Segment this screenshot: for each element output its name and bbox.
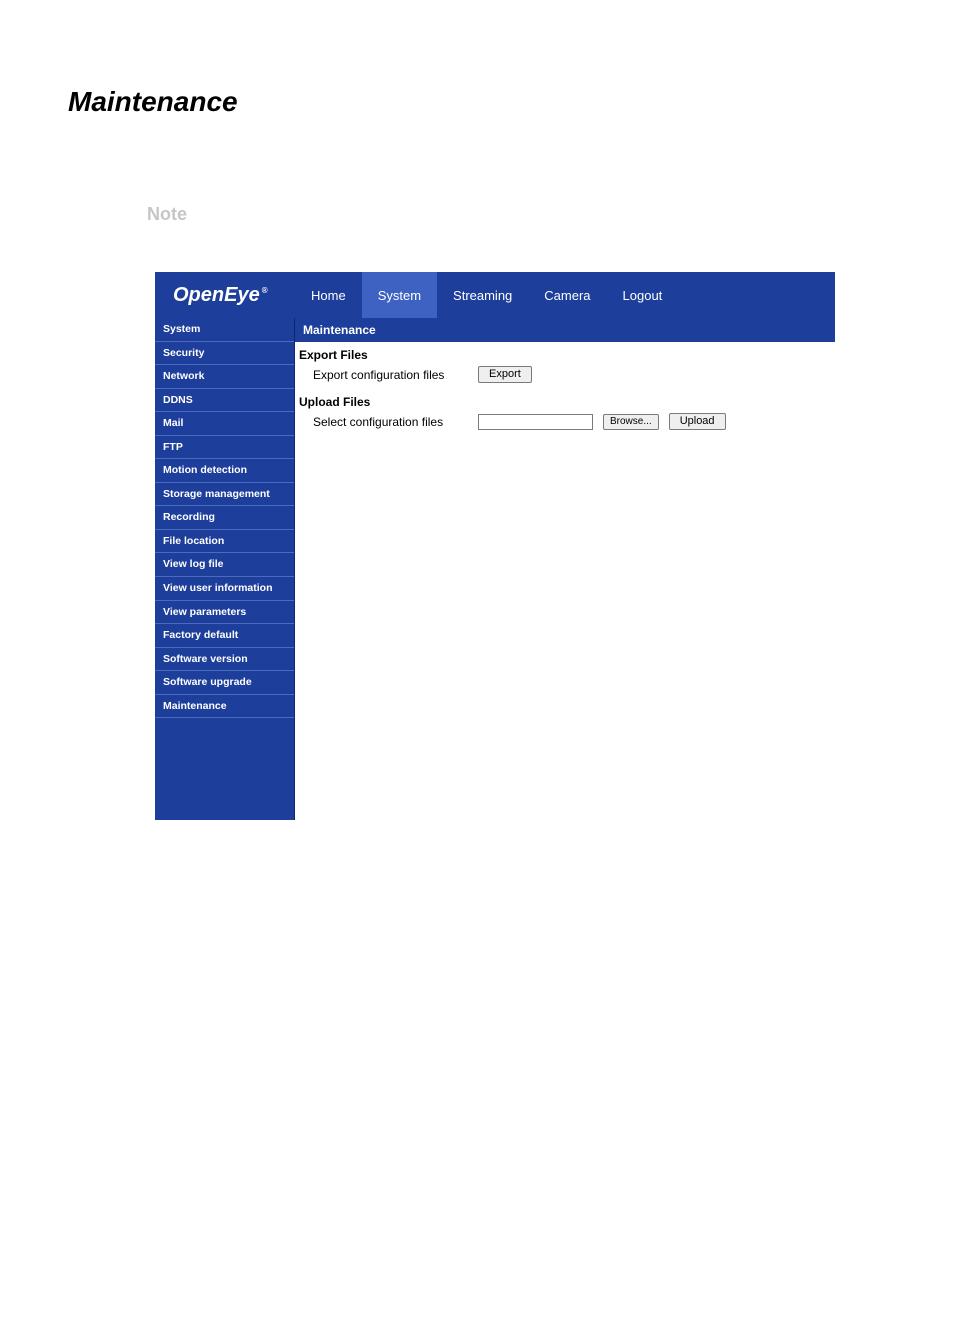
sidebar-item-security[interactable]: Security (155, 342, 294, 366)
nav-logout[interactable]: Logout (607, 272, 679, 318)
sidebar-item-ddns[interactable]: DDNS (155, 389, 294, 413)
upload-button[interactable]: Upload (669, 413, 726, 430)
content-pane: Maintenance Export Files Export configur… (295, 318, 835, 820)
sidebar-item-recording[interactable]: Recording (155, 506, 294, 530)
sidebar: System Security Network DDNS Mail FTP Mo… (155, 318, 295, 820)
top-nav: Home System Streaming Camera Logout (295, 272, 678, 318)
export-files-heading: Export Files (295, 346, 835, 364)
logo-trademark: ® (262, 286, 268, 295)
sidebar-item-mail[interactable]: Mail (155, 412, 294, 436)
upload-files-heading: Upload Files (295, 393, 835, 411)
sidebar-item-view-user-information[interactable]: View user information (155, 577, 294, 601)
sidebar-item-network[interactable]: Network (155, 365, 294, 389)
sidebar-item-file-location[interactable]: File location (155, 530, 294, 554)
app-body: System Security Network DDNS Mail FTP Mo… (155, 318, 835, 820)
nav-system[interactable]: System (362, 272, 437, 318)
sidebar-item-software-upgrade[interactable]: Software upgrade (155, 671, 294, 695)
sidebar-item-factory-default[interactable]: Factory default (155, 624, 294, 648)
upload-row: Select configuration files Browse... Upl… (295, 411, 835, 440)
browse-button[interactable]: Browse... (603, 414, 659, 430)
sidebar-item-software-version[interactable]: Software version (155, 648, 294, 672)
file-path-input[interactable] (478, 414, 593, 430)
nav-home[interactable]: Home (295, 272, 362, 318)
sidebar-item-system[interactable]: System (155, 318, 294, 342)
app-window: OpenEye® Home System Streaming Camera Lo… (155, 272, 835, 820)
logo-text: OpenEye (173, 284, 260, 306)
nav-streaming[interactable]: Streaming (437, 272, 528, 318)
export-row: Export configuration files Export (295, 364, 835, 393)
page-title: Maintenance (68, 86, 954, 118)
sidebar-item-view-log-file[interactable]: View log file (155, 553, 294, 577)
sidebar-item-maintenance[interactable]: Maintenance (155, 695, 294, 719)
sidebar-item-storage-management[interactable]: Storage management (155, 483, 294, 507)
logo: OpenEye® (155, 284, 295, 307)
export-label: Export configuration files (313, 368, 468, 382)
sidebar-item-motion-detection[interactable]: Motion detection (155, 459, 294, 483)
sidebar-item-ftp[interactable]: FTP (155, 436, 294, 460)
app-header: OpenEye® Home System Streaming Camera Lo… (155, 272, 835, 318)
note-heading: Note (147, 204, 954, 225)
nav-camera[interactable]: Camera (528, 272, 606, 318)
content-title: Maintenance (295, 318, 835, 342)
upload-label: Select configuration files (313, 415, 468, 429)
export-button[interactable]: Export (478, 366, 532, 383)
sidebar-item-view-parameters[interactable]: View parameters (155, 601, 294, 625)
